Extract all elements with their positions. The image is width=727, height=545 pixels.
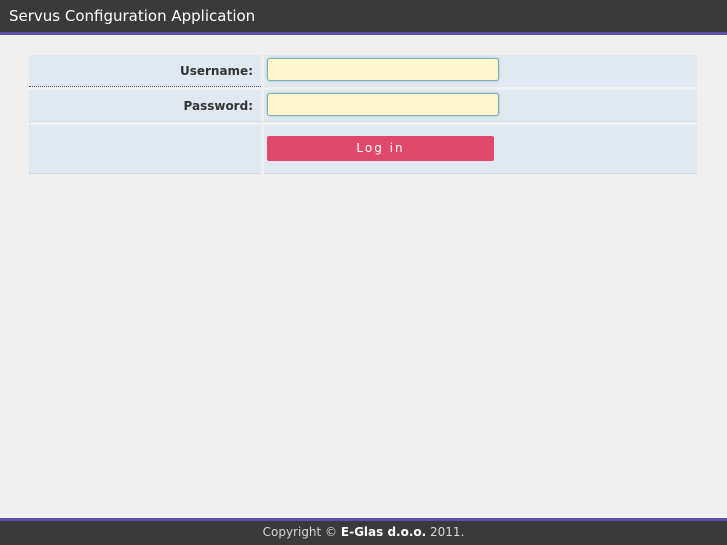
login-form: Username: Password: Log in	[29, 55, 697, 174]
company-name: E-Glas d.o.o.	[340, 525, 427, 539]
app-header: Servus Configuration Application	[0, 0, 727, 35]
username-input[interactable]	[267, 58, 499, 81]
footer: Copyright © E-Glas d.o.o. 2011.	[0, 518, 727, 545]
password-label: Password:	[183, 99, 254, 113]
password-input[interactable]	[267, 93, 499, 116]
copyright-prefix: Copyright ©	[262, 525, 338, 539]
username-label: Username:	[179, 64, 253, 78]
username-label-cell: Username:	[29, 55, 261, 87]
username-field-cell	[264, 55, 697, 87]
password-label-cell: Password:	[29, 90, 261, 122]
app-title: Servus Configuration Application	[9, 7, 256, 25]
login-button[interactable]: Log in	[267, 136, 494, 161]
copyright-year: 2011.	[430, 525, 465, 539]
login-button-cell: Log in	[264, 125, 697, 174]
empty-label-cell	[29, 125, 261, 174]
password-field-cell	[264, 90, 697, 122]
